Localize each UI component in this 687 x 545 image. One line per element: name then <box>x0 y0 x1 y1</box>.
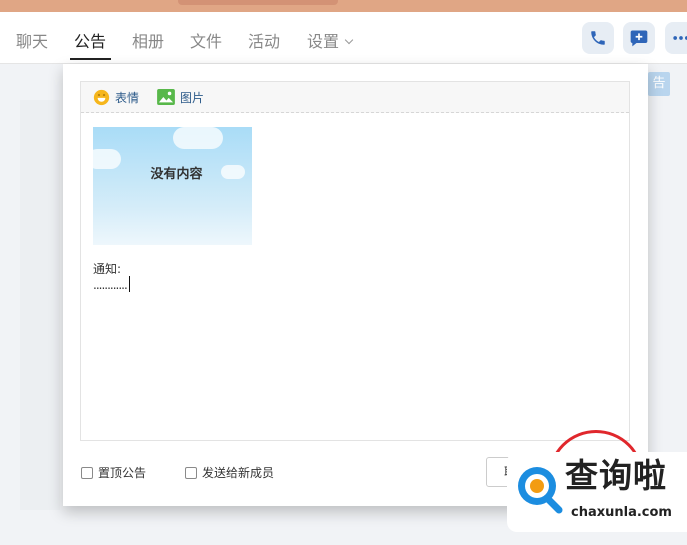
watermark: 查询啦 chaxunla.com <box>507 452 687 532</box>
add-comment-button[interactable] <box>623 22 655 54</box>
watermark-title: 查询啦 <box>565 456 667 495</box>
search-logo-icon <box>518 467 563 514</box>
more-button[interactable] <box>665 22 687 54</box>
send-to-new-members-checkbox[interactable]: 发送给新成员 <box>185 464 274 481</box>
announcement-dialog: 表情 图片 没有内容 通知: ............ 置顶公告 发送给新成员 … <box>63 64 648 506</box>
announcement-editor: 表情 图片 没有内容 通知: ............ <box>80 81 630 441</box>
watermark-url: chaxunla.com <box>571 505 672 520</box>
text-cursor <box>129 276 130 292</box>
emoji-button[interactable]: 表情 <box>93 88 139 106</box>
send-new-checkbox-label: 发送给新成员 <box>202 466 275 480</box>
tab-settings-label: 设置 <box>307 32 340 51</box>
image-icon <box>157 89 175 105</box>
note-label: 通知: <box>93 262 122 276</box>
image-placeholder: 没有内容 <box>93 127 252 245</box>
tab-bar: 聊天 公告 相册 文件 活动 设置 <box>0 12 687 64</box>
call-button[interactable] <box>582 22 614 54</box>
chevron-down-icon <box>344 35 354 45</box>
more-dots-icon <box>673 36 687 40</box>
tab-chat[interactable]: 聊天 <box>16 32 48 52</box>
image-placeholder-text: 没有内容 <box>150 167 203 182</box>
blurred-title <box>178 0 338 5</box>
background-panel <box>20 100 60 510</box>
cloud-decoration <box>173 127 223 149</box>
window-top-strip <box>0 0 687 12</box>
pin-checkbox-box[interactable] <box>81 466 93 479</box>
note-input-text[interactable]: ............ <box>93 278 128 292</box>
pin-checkbox[interactable]: 置顶公告 <box>81 464 146 481</box>
tab-announcement[interactable]: 公告 <box>74 32 106 52</box>
tab-settings[interactable]: 设置 <box>307 32 354 52</box>
active-tab-indicator <box>70 58 111 60</box>
tab-files[interactable]: 文件 <box>190 32 222 52</box>
editor-toolbar: 表情 图片 <box>81 82 629 113</box>
pin-checkbox-label: 置顶公告 <box>98 466 147 480</box>
emoji-icon <box>93 89 110 105</box>
tab-events[interactable]: 活动 <box>248 32 280 52</box>
phone-icon <box>591 31 605 45</box>
image-label: 图片 <box>180 90 205 105</box>
background-badge: 告 <box>648 72 670 96</box>
emoji-label: 表情 <box>115 90 140 105</box>
add-message-icon <box>630 30 648 47</box>
image-button[interactable]: 图片 <box>157 88 204 106</box>
send-new-checkbox-box[interactable] <box>185 466 197 479</box>
tab-album[interactable]: 相册 <box>132 32 164 52</box>
